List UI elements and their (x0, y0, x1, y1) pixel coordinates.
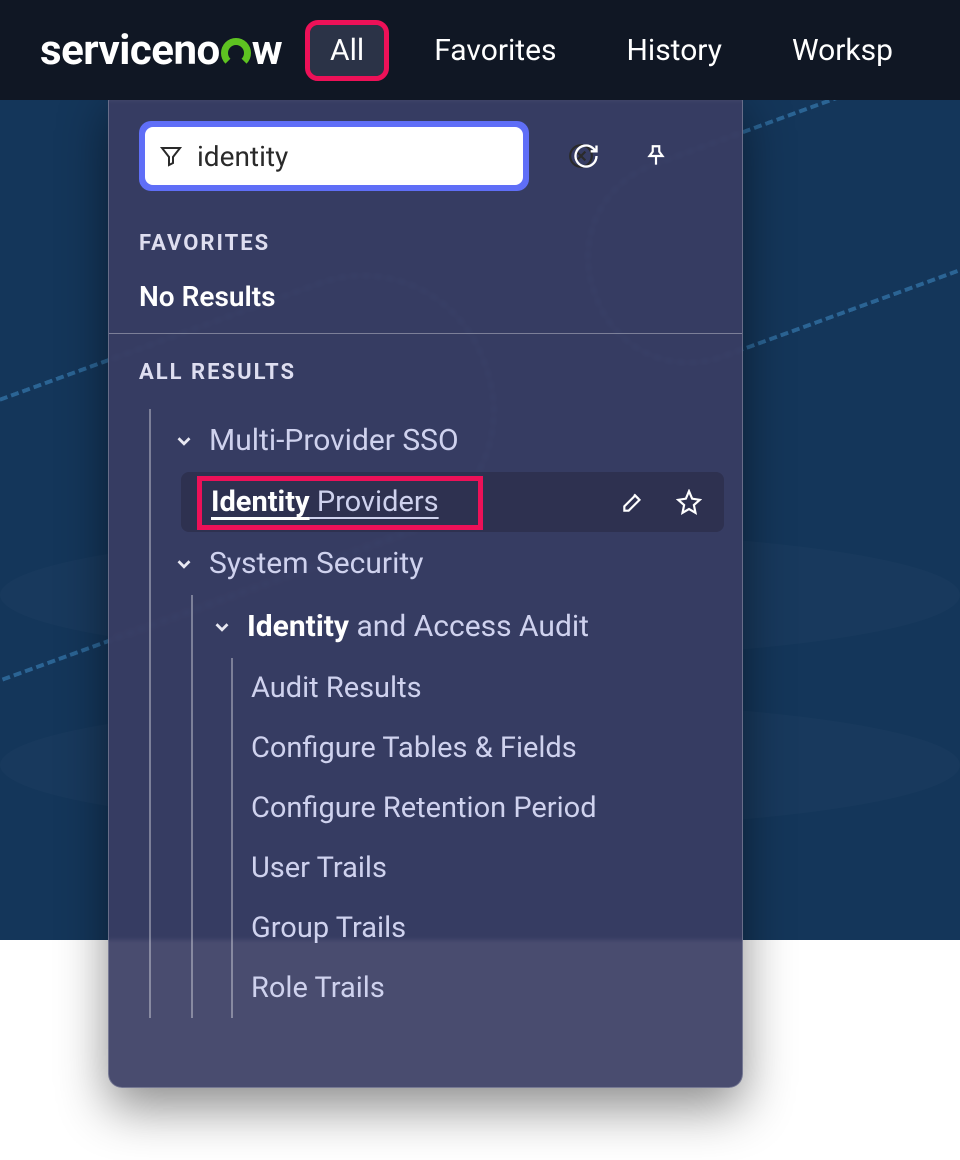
nav-tabs: All Favorites History Worksp (310, 25, 913, 76)
favorites-empty-text: No Results (139, 280, 724, 313)
search-field[interactable] (145, 127, 523, 185)
security-subtree: Identity and Access Audit Audit Results … (181, 595, 724, 1018)
all-menu-dropdown: FAVORITES No Results ALL RESULTS Multi-P… (108, 88, 743, 1088)
nav-item-audit-results[interactable]: Audit Results (221, 658, 724, 718)
filter-input[interactable] (197, 140, 554, 173)
tree-node-label: Multi-Provider SSO (209, 423, 459, 458)
nav-tab-workspaces[interactable]: Worksp (772, 25, 913, 76)
filter-icon[interactable] (159, 139, 183, 173)
logo-o-green-icon (221, 38, 251, 68)
nav-item-configure-tables-fields[interactable]: Configure Tables & Fields (221, 718, 724, 778)
tree-node-multi-provider-sso[interactable]: Multi-Provider SSO (143, 409, 724, 472)
sso-subtree: Identity Providers (181, 472, 724, 532)
leaf-label: Identity Providers (211, 485, 439, 519)
logo-text-part1: serviceno (40, 26, 220, 75)
leaf-label: User Trails (251, 851, 387, 885)
app-header: serviceno w All Favorites History Worksp (0, 0, 960, 100)
leaf-label: Configure Retention Period (251, 791, 597, 825)
row-icons (616, 485, 706, 519)
refresh-icon[interactable] (569, 139, 603, 173)
dropdown-toolbar (569, 139, 673, 173)
leaf-label: Audit Results (251, 671, 422, 705)
audit-subtree: Audit Results Configure Tables & Fields … (221, 658, 724, 1018)
edit-icon[interactable] (616, 485, 650, 519)
section-divider (109, 333, 742, 334)
tree-node-identity-access-audit[interactable]: Identity and Access Audit (181, 595, 724, 658)
nav-item-role-trails[interactable]: Role Trails (221, 958, 724, 1018)
nav-tab-favorites[interactable]: Favorites (414, 25, 576, 76)
leaf-label: Role Trails (251, 971, 385, 1005)
tree-line (191, 595, 193, 1018)
servicenow-logo: serviceno w (40, 26, 282, 75)
chevron-down-icon (173, 430, 195, 452)
tree-node-system-security[interactable]: System Security (143, 532, 724, 595)
leaf-label: Group Trails (251, 911, 406, 945)
tree-node-label: Identity and Access Audit (247, 609, 589, 644)
tree-node-label: System Security (209, 546, 423, 581)
nav-item-group-trails[interactable]: Group Trails (221, 898, 724, 958)
search-row (139, 121, 724, 191)
logo-text-part2: w (252, 26, 282, 75)
favorites-section-label: FAVORITES (139, 231, 724, 256)
search-field-wrap (139, 121, 529, 191)
nav-item-configure-retention-period[interactable]: Configure Retention Period (221, 778, 724, 838)
results-tree: Multi-Provider SSO Identity Providers (139, 409, 724, 1018)
pin-icon[interactable] (639, 139, 673, 173)
chevron-down-icon (211, 616, 233, 638)
tree-line (149, 409, 151, 1018)
all-results-section-label: ALL RESULTS (139, 360, 724, 385)
star-icon[interactable] (672, 485, 706, 519)
leaf-label: Configure Tables & Fields (251, 731, 577, 765)
nav-item-identity-providers[interactable]: Identity Providers (181, 472, 724, 532)
chevron-down-icon (173, 553, 195, 575)
nav-item-user-trails[interactable]: User Trails (221, 838, 724, 898)
nav-tab-history[interactable]: History (607, 25, 742, 76)
nav-tab-all[interactable]: All (310, 25, 384, 76)
